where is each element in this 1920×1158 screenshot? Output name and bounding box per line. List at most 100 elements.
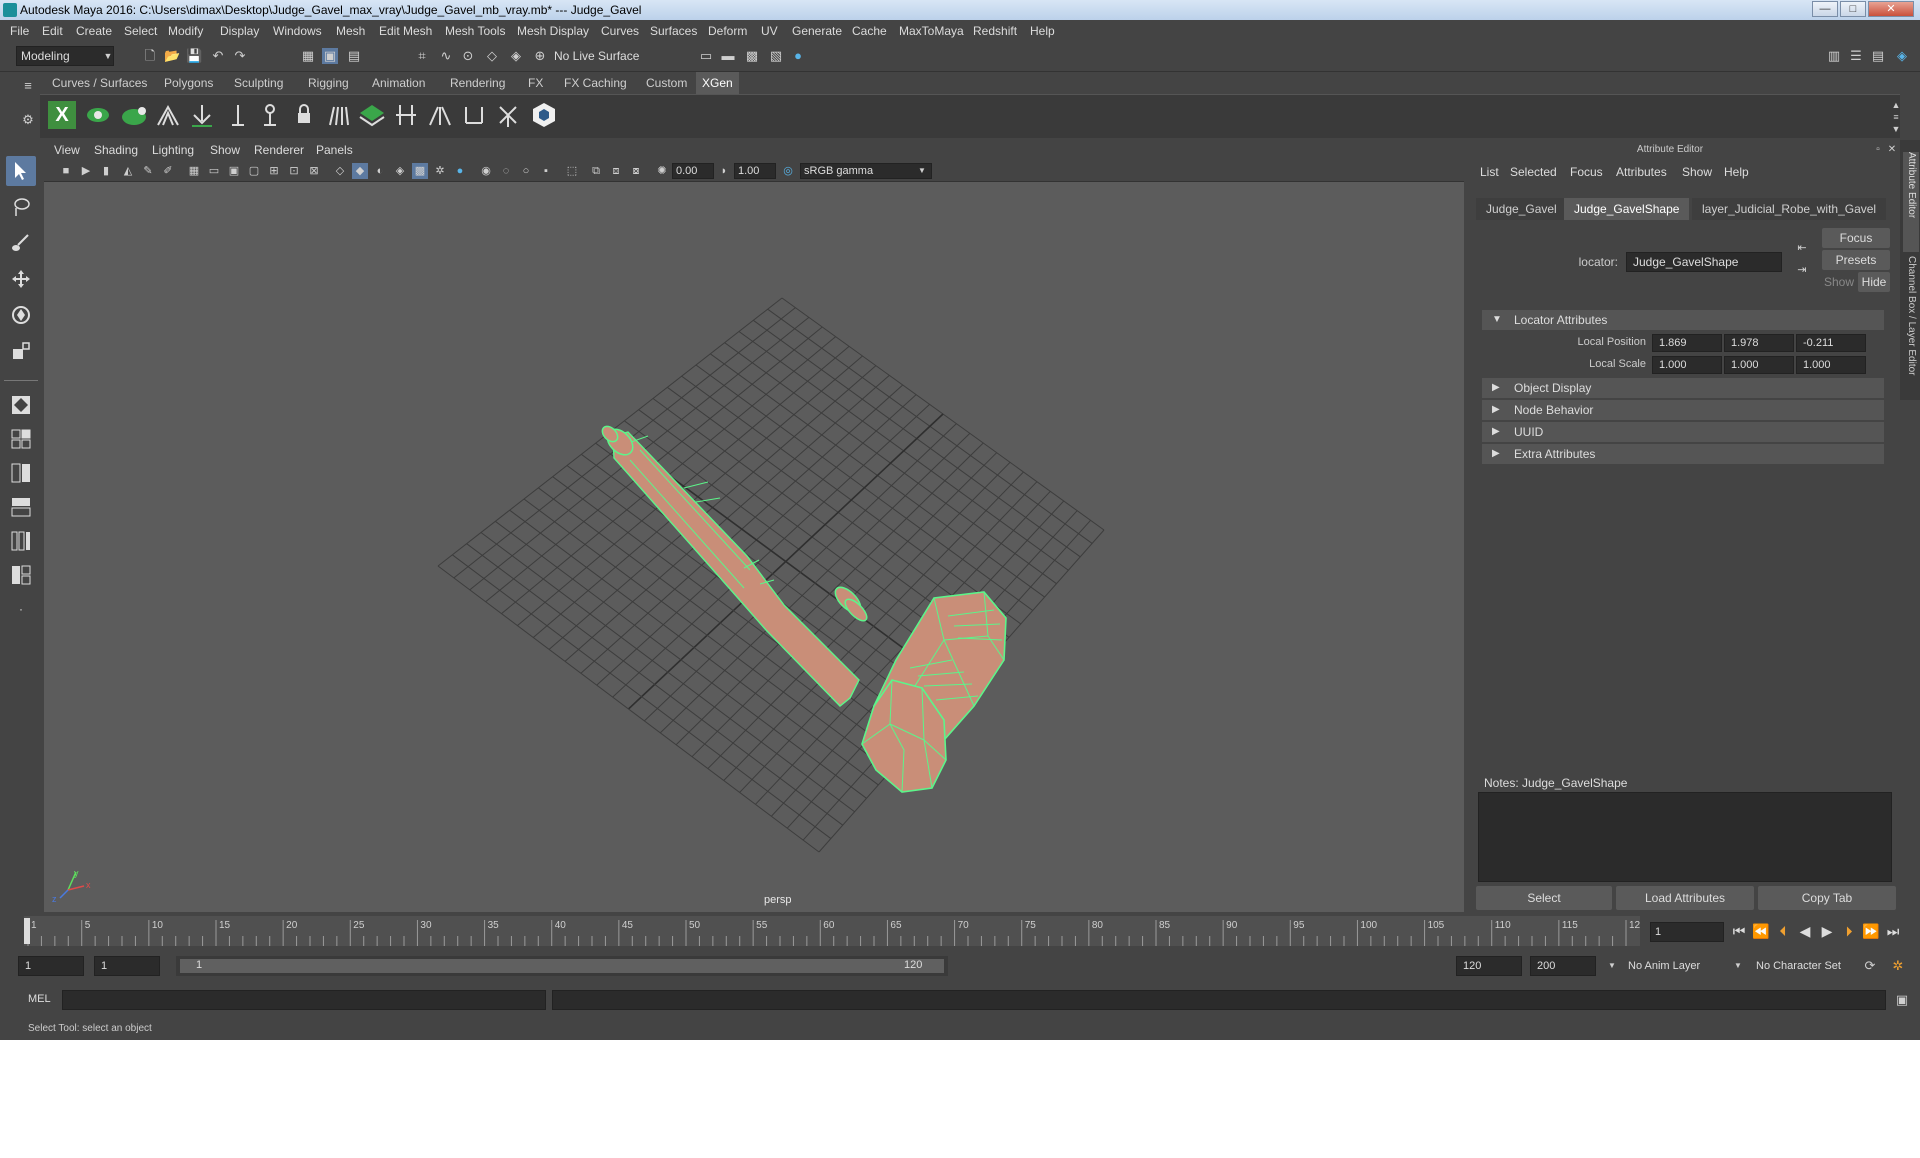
anim-layer-selector[interactable]: No Anim Layer [1624, 956, 1742, 976]
select-by-object-icon[interactable]: ▣ [322, 48, 338, 64]
vp-menu-panels[interactable]: Panels [316, 143, 353, 157]
xgen-preview-icon[interactable] [84, 101, 112, 129]
vp-menu-renderer[interactable]: Renderer [254, 143, 304, 157]
local-scale-x[interactable]: 1.000 [1652, 356, 1722, 374]
step-forward-key-icon[interactable]: ⏩ [1862, 922, 1880, 940]
layout-four-pane-icon[interactable] [6, 424, 36, 454]
menu-edit[interactable]: Edit [42, 24, 63, 38]
go-to-start-icon[interactable]: ⏮ [1730, 922, 1748, 940]
ae-menu-selected[interactable]: Selected [1510, 165, 1557, 179]
show-button[interactable]: Show [1822, 272, 1856, 292]
step-back-key-icon[interactable]: ⏪ [1752, 922, 1770, 940]
menu-file[interactable]: File [10, 24, 29, 38]
range-bar[interactable]: 1 120 [176, 956, 948, 976]
menu-deform[interactable]: Deform [708, 24, 747, 38]
menu-generate[interactable]: Generate [792, 24, 842, 38]
vp-menu-show[interactable]: Show [210, 143, 240, 157]
section-extra-attributes[interactable]: ▶ Extra Attributes [1482, 444, 1884, 464]
menu-create[interactable]: Create [76, 24, 112, 38]
animation-end-field[interactable]: 200 [1530, 956, 1596, 976]
section-node-behavior[interactable]: ▶ Node Behavior [1482, 400, 1884, 420]
render-frame-icon[interactable]: ▬ [720, 48, 736, 64]
menu-redshift[interactable]: Redshift [973, 24, 1017, 38]
gamma-icon[interactable]: ◗ [716, 163, 732, 179]
current-time-marker[interactable] [24, 918, 30, 944]
shadows-icon[interactable]: ● [452, 163, 468, 179]
shelf-tab-curves-surfaces[interactable]: Curves / Surfaces [46, 72, 153, 94]
camera-select-icon[interactable]: ■ [58, 163, 74, 179]
menu-help[interactable]: Help [1030, 24, 1055, 38]
ae-menu-list[interactable]: List [1480, 165, 1499, 179]
shelf-tab-animation[interactable]: Animation [366, 72, 431, 94]
notes-textarea[interactable] [1478, 792, 1892, 882]
isolate-select-icon[interactable]: ⬚ [564, 163, 580, 179]
resolution-gate-icon[interactable]: ▣ [226, 163, 242, 179]
side-tab-attribute-editor[interactable]: Attribute Editor [1903, 152, 1919, 252]
xgen-place-icon[interactable] [188, 101, 216, 129]
2d-pan-icon[interactable]: ✎ [140, 163, 156, 179]
ae-menu-attributes[interactable]: Attributes [1616, 165, 1667, 179]
section-uuid[interactable]: ▶ UUID [1482, 422, 1884, 442]
layers-toggle-icon[interactable]: ◈ [1894, 48, 1910, 64]
go-to-end-icon[interactable]: ⏭ [1884, 922, 1902, 940]
select-button[interactable]: Select [1476, 886, 1612, 910]
snap-surface-icon[interactable]: ◈ [508, 48, 524, 64]
shelf-settings-icon[interactable]: ⚙ [20, 112, 36, 128]
select-tool-icon[interactable] [6, 156, 36, 186]
ae-tab-judge-gavelshape[interactable]: Judge_GavelShape [1564, 198, 1690, 220]
gamma-field[interactable]: 1.00 [734, 163, 776, 179]
shelf-tab-xgen[interactable]: XGen [696, 72, 739, 94]
local-position-y[interactable]: 1.978 [1724, 334, 1794, 352]
shelf-tab-fx[interactable]: FX [522, 72, 549, 94]
go-output-icon[interactable]: ⇥ [1794, 262, 1810, 278]
close-button[interactable]: ✕ [1868, 1, 1914, 17]
layout-outliner-icon[interactable] [6, 560, 36, 590]
scale-tool-icon[interactable] [6, 336, 36, 366]
textured-icon[interactable]: ▩ [412, 163, 428, 179]
xgen-hex-icon[interactable] [530, 101, 558, 129]
move-tool-icon[interactable] [6, 264, 36, 294]
shelf-tab-sculpting[interactable]: Sculpting [228, 72, 289, 94]
bookmark-icon[interactable]: ▮ [98, 163, 114, 179]
shelf-tab-fx-caching[interactable]: FX Caching [558, 72, 633, 94]
xgen-length-icon[interactable] [460, 101, 488, 129]
local-position-z[interactable]: -0.211 [1796, 334, 1866, 352]
shelf-tab-rigging[interactable]: Rigging [302, 72, 355, 94]
shelf-scroll-down-icon[interactable]: ▼ [1888, 121, 1904, 137]
layout-two-pane-icon[interactable] [6, 458, 36, 488]
step-back-frame-icon[interactable]: ⏴ [1774, 922, 1792, 940]
select-by-component-icon[interactable]: ▤ [346, 48, 362, 64]
minimize-button[interactable]: — [1812, 1, 1838, 17]
toolbox-more-icon[interactable]: · [6, 594, 36, 624]
menu-mesh-tools[interactable]: Mesh Tools [445, 24, 505, 38]
local-scale-z[interactable]: 1.000 [1796, 356, 1866, 374]
load-attributes-button[interactable]: Load Attributes [1616, 886, 1754, 910]
snap-view-icon[interactable]: ◇ [484, 48, 500, 64]
anti-aliasing-icon[interactable]: ○ [518, 163, 534, 179]
xgen-layer-icon[interactable] [358, 101, 386, 129]
use-all-lights-icon[interactable]: ✲ [432, 163, 448, 179]
xgen-cut-icon[interactable] [426, 101, 454, 129]
maximize-button[interactable]: □ [1840, 1, 1866, 17]
auto-key-icon[interactable]: ⟳ [1862, 958, 1878, 974]
quad-draw-icon[interactable] [6, 390, 36, 420]
xgen-sculpt-icon[interactable] [256, 101, 284, 129]
channel-box-toggle-icon[interactable]: ▤ [1870, 48, 1886, 64]
screen-space-ao-icon[interactable]: ◉ [478, 163, 494, 179]
menu-uv[interactable]: UV [761, 24, 778, 38]
menu-curves[interactable]: Curves [601, 24, 639, 38]
menu-select[interactable]: Select [124, 24, 157, 38]
shelf-tab-rendering[interactable]: Rendering [444, 72, 511, 94]
focus-button[interactable]: Focus [1822, 228, 1890, 248]
exposure-icon[interactable]: ✺ [654, 163, 670, 179]
menu-mesh[interactable]: Mesh [336, 24, 365, 38]
xgen-editor-icon[interactable]: X [48, 101, 76, 129]
xray-joints-icon[interactable]: ⧈ [608, 163, 624, 179]
redo-icon[interactable]: ↷ [232, 48, 248, 64]
color-management-icon[interactable]: ◎ [780, 163, 796, 179]
menu-modify[interactable]: Modify [168, 24, 203, 38]
film-gate-icon[interactable]: ▭ [206, 163, 222, 179]
animation-start-field[interactable]: 1 [18, 956, 84, 976]
wireframe-icon[interactable]: ◇ [332, 163, 348, 179]
ae-menu-help[interactable]: Help [1724, 165, 1749, 179]
